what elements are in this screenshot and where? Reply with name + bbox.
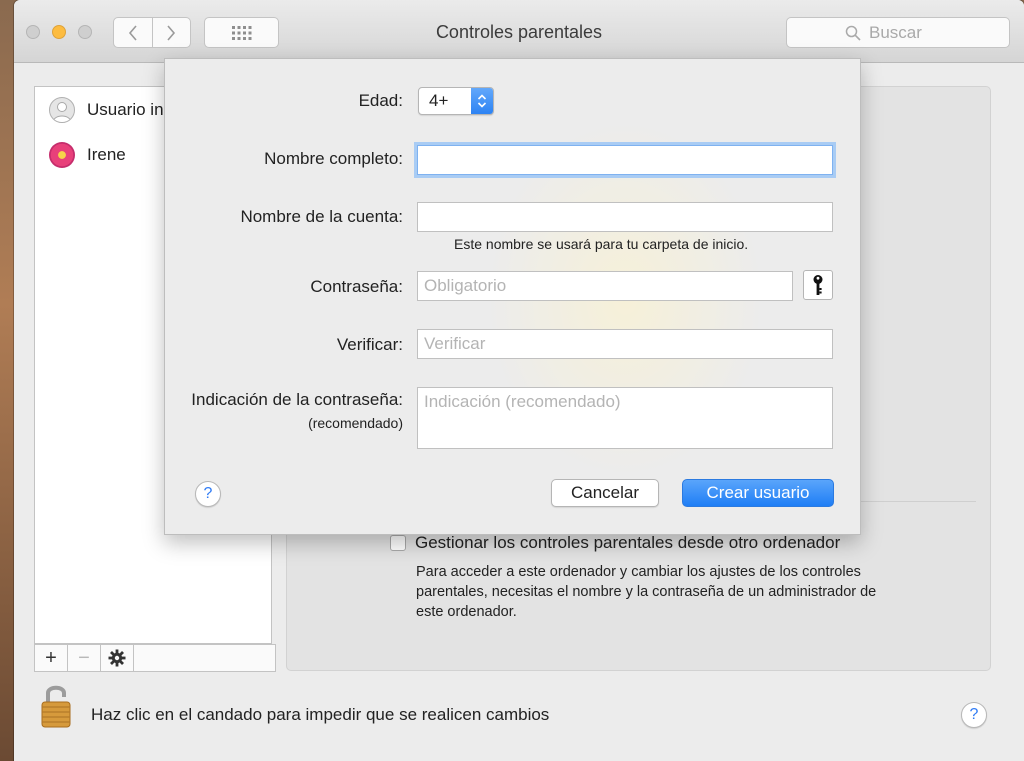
- lock-message: Haz clic en el candado para impedir que …: [91, 705, 550, 724]
- search-placeholder: Buscar: [869, 22, 922, 42]
- fullname-field[interactable]: [417, 145, 833, 175]
- title-bar: Controles parentales Buscar: [14, 0, 1024, 63]
- age-label: Edad:: [358, 91, 403, 110]
- manage-remote-option[interactable]: Gestionar los controles parentales desde…: [390, 533, 840, 553]
- account-label: Nombre de la cuenta:: [240, 207, 403, 226]
- account-name-field[interactable]: [417, 202, 833, 232]
- search-icon: [845, 25, 861, 41]
- user-item-guest[interactable]: Usuario in: [49, 96, 164, 124]
- password-hint-field[interactable]: [417, 387, 833, 449]
- help-button[interactable]: ?: [961, 702, 987, 728]
- add-user-button[interactable]: +: [35, 645, 68, 671]
- cancel-button[interactable]: Cancelar: [551, 479, 659, 507]
- manage-remote-label: Gestionar los controles parentales desde…: [415, 533, 841, 552]
- flower-avatar: [49, 142, 75, 168]
- manage-remote-checkbox[interactable]: [390, 535, 406, 551]
- new-user-sheet: Edad: 4+ Nombre completo: Nombre de la c…: [164, 58, 861, 535]
- password-label: Contraseña:: [310, 277, 403, 296]
- user-item-irene[interactable]: Irene: [49, 141, 126, 169]
- password-hint-label: Indicación de la contraseña:: [191, 390, 403, 409]
- key-icon: [813, 275, 823, 295]
- verify-field[interactable]: [417, 329, 833, 359]
- generic-user-icon: [49, 97, 75, 123]
- sheet-help-button[interactable]: ?: [195, 481, 221, 507]
- search-field[interactable]: Buscar: [786, 17, 1010, 48]
- user-name: Usuario in: [87, 100, 164, 119]
- password-hint-sublabel: (recomendado): [308, 415, 403, 431]
- user-options-button[interactable]: [101, 645, 134, 671]
- age-value: 4+: [429, 91, 449, 110]
- password-assistant-button[interactable]: [803, 270, 833, 300]
- up-down-chevrons-icon[interactable]: [471, 88, 493, 114]
- lock-button[interactable]: [40, 683, 74, 734]
- divider: [848, 501, 976, 502]
- gear-icon: [108, 649, 126, 667]
- account-hint: Este nombre se usará para tu carpeta de …: [454, 236, 749, 252]
- password-field[interactable]: [417, 271, 793, 301]
- verify-label: Verificar:: [336, 335, 403, 354]
- user-name: Irene: [87, 145, 126, 164]
- create-user-button[interactable]: Crear usuario: [682, 479, 834, 507]
- fullname-label: Nombre completo:: [264, 149, 403, 168]
- age-select[interactable]: 4+: [418, 87, 494, 115]
- remove-user-button[interactable]: −: [68, 645, 101, 671]
- manage-remote-description: Para acceder a este ordenador y cambiar …: [416, 564, 877, 620]
- unlocked-padlock-icon: [41, 685, 71, 728]
- user-list-toolbar: + −: [34, 644, 276, 672]
